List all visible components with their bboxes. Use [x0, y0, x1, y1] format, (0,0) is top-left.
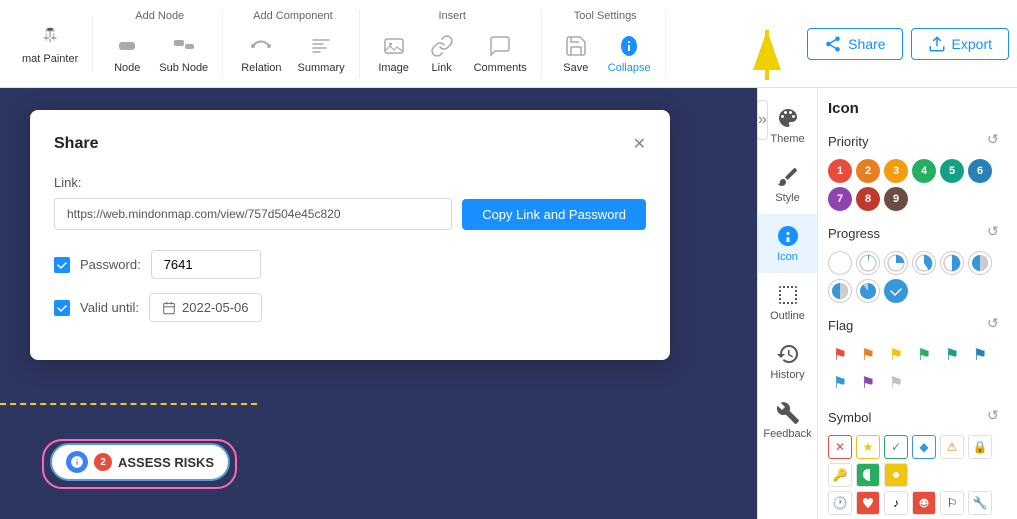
modal-title: Share — [54, 135, 98, 153]
valid-until-row: Valid until: 2022-05-06 — [54, 293, 646, 322]
copy-link-button[interactable]: Copy Link and Password — [462, 199, 646, 230]
link-row: Copy Link and Password — [54, 198, 646, 230]
modal-header: Share ✕ — [54, 134, 646, 154]
password-label: Password: — [80, 257, 141, 272]
valid-until-label: Valid until: — [80, 300, 139, 315]
link-label: Link: — [54, 175, 81, 190]
link-input[interactable] — [54, 198, 452, 230]
share-modal: Share ✕ Link: Copy Link and Password Pas… — [30, 110, 670, 360]
modal-overlay: Share ✕ Link: Copy Link and Password Pas… — [0, 0, 1017, 519]
modal-close-button[interactable]: ✕ — [633, 134, 646, 154]
date-value: 2022-05-06 — [182, 300, 249, 315]
date-display[interactable]: 2022-05-06 — [149, 293, 262, 322]
password-row: Password: — [54, 250, 646, 279]
password-input[interactable] — [151, 250, 261, 279]
password-checkbox[interactable] — [54, 257, 70, 273]
valid-until-checkbox[interactable] — [54, 300, 70, 316]
